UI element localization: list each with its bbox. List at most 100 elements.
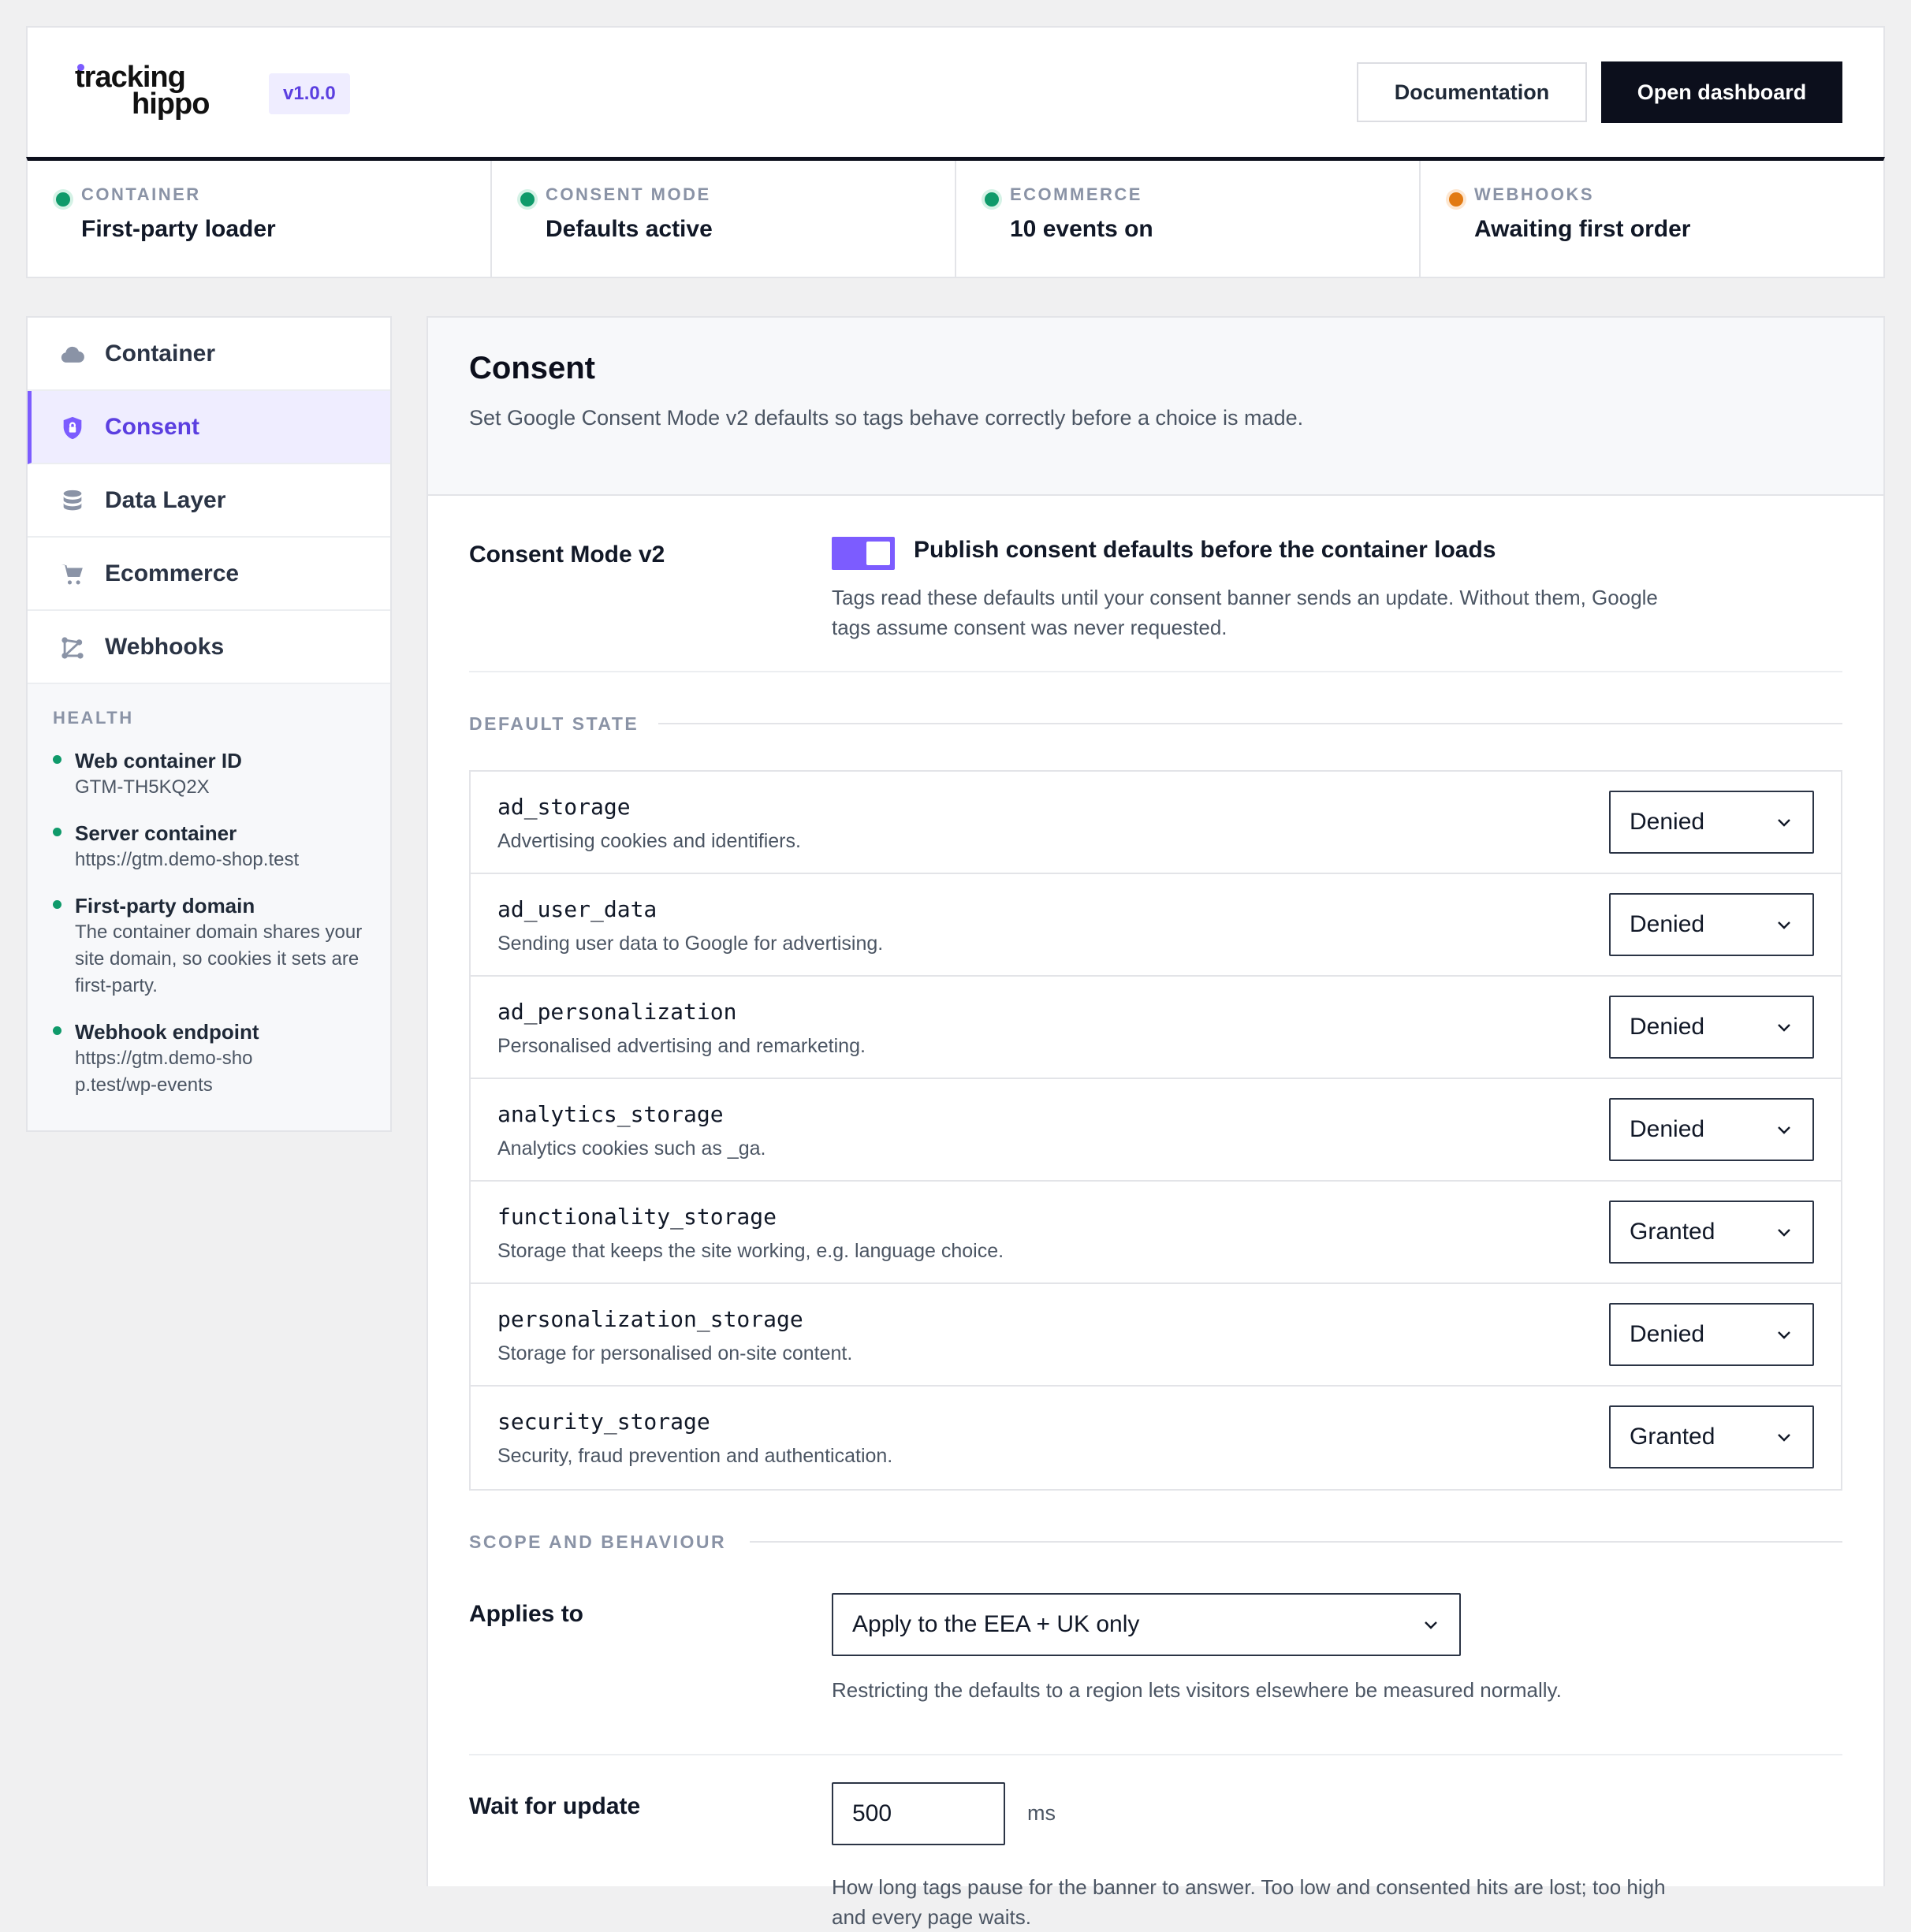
sidebar-item-label: Data Layer: [105, 486, 226, 513]
consent-row-ad-personalization: ad_personalization Personalised advertis…: [471, 977, 1841, 1079]
webhook-icon: [61, 637, 84, 659]
status-card-webhooks: WEBHOOKS Awaiting first order: [1421, 161, 1883, 277]
consent-state-select[interactable]: Denied: [1609, 1098, 1814, 1161]
tracking-hippo-logo[interactable]: tracking hippo: [75, 61, 233, 122]
status-value: First-party loader: [81, 216, 276, 242]
consent-mode-toggle[interactable]: [832, 537, 895, 570]
open-dashboard-button[interactable]: Open dashboard: [1601, 61, 1842, 123]
sidebar-item-label: Container: [105, 340, 216, 367]
page-description: Set Google Consent Mode v2 defaults so t…: [469, 406, 1304, 430]
status-label: CONSENT MODE: [546, 184, 711, 204]
select-value: Denied: [1630, 1116, 1705, 1142]
consent-row-security-storage: security_storage Security, fraud prevent…: [471, 1387, 1841, 1489]
chevron-down-icon: [1778, 1229, 1790, 1237]
consent-type-key: security_storage: [497, 1409, 710, 1435]
database-icon: [63, 490, 82, 511]
chevron-down-icon: [1778, 1024, 1790, 1032]
status-ok-dot: [985, 192, 999, 207]
status-label: CONTAINER: [81, 184, 201, 204]
sidebar-item-container[interactable]: Container: [28, 318, 390, 391]
consent-type-key: personalization_storage: [497, 1306, 803, 1332]
wait-for-update-row: Wait for update 500 ms How long tags pau…: [469, 1755, 1842, 1929]
consent-mode-row: Consent Mode v2 Publish consent defaults…: [469, 496, 1842, 672]
status-label: WEBHOOKS: [1474, 184, 1594, 204]
health-item-value: The container domain shares your site do…: [75, 921, 363, 996]
chevron-down-icon: [1778, 1434, 1790, 1442]
divider: [658, 723, 1842, 724]
scope-heading: SCOPE AND BEHAVIOUR: [469, 1491, 1842, 1569]
sidebar: Container Consent Data Layer Ecommerce W…: [26, 316, 392, 1132]
sidebar-item-webhooks[interactable]: Webhooks: [28, 611, 390, 684]
applies-to-select[interactable]: Apply to the EEA + UK only: [832, 1593, 1461, 1656]
shield-lock-icon: [63, 416, 82, 440]
health-item-name: Server container: [75, 821, 237, 845]
consent-panel: Consent Set Google Consent Mode v2 defau…: [427, 316, 1885, 1929]
chevron-down-icon: [1425, 1621, 1437, 1629]
cloud-icon: [61, 346, 84, 363]
select-value: Granted: [1630, 1219, 1715, 1245]
consent-type-key: ad_storage: [497, 794, 631, 820]
consent-defaults-table: ad_storage Advertising cookies and ident…: [469, 770, 1842, 1491]
wait-for-update-label: Wait for update: [469, 1793, 641, 1819]
chevron-down-icon: [1778, 1126, 1790, 1134]
health-item-name: Web container ID: [75, 749, 242, 772]
health-item-value: https://gtm.demo-shop.test/wp-events: [75, 1048, 253, 1096]
consent-type-key: functionality_storage: [497, 1204, 777, 1230]
applies-to-label: Applies to: [469, 1601, 584, 1627]
chevron-down-icon: [1778, 921, 1790, 929]
divider: [750, 1541, 1842, 1543]
status-warning-dot: [1449, 192, 1463, 207]
documentation-button[interactable]: Documentation: [1357, 62, 1587, 122]
health-item-web-container-id: Web container ID GTM-TH5KQ2X: [53, 747, 367, 801]
consent-state-select[interactable]: Granted: [1609, 1201, 1814, 1264]
status-card-consent-mode: CONSENT MODE Defaults active: [492, 161, 956, 277]
applies-to-row: Applies to Apply to the EEA + UK only Re…: [469, 1569, 1842, 1755]
select-value: Granted: [1630, 1424, 1715, 1450]
status-ok-dot: [520, 192, 535, 207]
sidebar-item-label: Consent: [105, 413, 199, 440]
consent-mode-label: Consent Mode v2: [469, 542, 665, 568]
consent-row-analytics-storage: analytics_storage Analytics cookies such…: [471, 1079, 1841, 1182]
logo-line-2: hippo: [132, 87, 210, 121]
cart-icon: [61, 564, 83, 585]
consent-state-select[interactable]: Denied: [1609, 996, 1814, 1059]
consent-state-select[interactable]: Denied: [1609, 1303, 1814, 1366]
consent-type-desc: Personalised advertising and remarketing…: [497, 1035, 866, 1057]
wait-for-update-input[interactable]: 500: [832, 1782, 1005, 1845]
consent-mode-help: Tags read these defaults until your cons…: [832, 586, 1658, 639]
section-title: SCOPE AND BEHAVIOUR: [469, 1532, 746, 1553]
health-item-value: GTM-TH5KQ2X: [75, 776, 210, 798]
health-item-server-container: Server container https://gtm.demo-shop.t…: [53, 820, 367, 873]
consent-row-personalization-storage: personalization_storage Storage for pers…: [471, 1284, 1841, 1387]
status-value: Awaiting first order: [1474, 216, 1691, 242]
select-value: Apply to the EEA + UK only: [852, 1611, 1140, 1637]
consent-type-key: ad_personalization: [497, 999, 737, 1025]
toggle-knob: [866, 542, 890, 565]
sidebar-item-label: Webhooks: [105, 633, 225, 660]
default-state-heading: DEFAULT STATE: [469, 672, 1842, 748]
select-value: Denied: [1630, 911, 1705, 937]
consent-state-select[interactable]: Denied: [1609, 893, 1814, 956]
status-card-container: CONTAINER First-party loader: [28, 161, 492, 277]
consent-type-desc: Analytics cookies such as _ga.: [497, 1137, 766, 1160]
consent-mode-toggle-title: Publish consent defaults before the cont…: [914, 537, 1496, 563]
chevron-down-icon: [1778, 1331, 1790, 1339]
wait-for-update-help: How long tags pause for the banner to an…: [832, 1875, 1666, 1929]
select-value: Denied: [1630, 1321, 1705, 1347]
status-ok-dot: [56, 192, 70, 207]
status-label: ECOMMERCE: [1010, 184, 1142, 204]
consent-type-desc: Security, fraud prevention and authentic…: [497, 1445, 893, 1467]
panel-body: Consent Mode v2 Publish consent defaults…: [428, 496, 1883, 1929]
sidebar-item-ecommerce[interactable]: Ecommerce: [28, 538, 390, 611]
sidebar-item-data-layer[interactable]: Data Layer: [28, 464, 390, 538]
consent-state-select[interactable]: Granted: [1609, 1405, 1814, 1469]
page-title: Consent: [469, 351, 595, 385]
consent-type-key: ad_user_data: [497, 896, 657, 922]
consent-state-select[interactable]: Denied: [1609, 791, 1814, 854]
select-value: Denied: [1630, 1014, 1705, 1040]
consent-row-ad-user-data: ad_user_data Sending user data to Google…: [471, 874, 1841, 977]
sidebar-item-consent[interactable]: Consent: [28, 391, 390, 464]
consent-type-desc: Storage that keeps the site working, e.g…: [497, 1240, 1004, 1262]
consent-type-desc: Storage for personalised on-site content…: [497, 1342, 853, 1364]
logo-accent: [77, 64, 84, 71]
